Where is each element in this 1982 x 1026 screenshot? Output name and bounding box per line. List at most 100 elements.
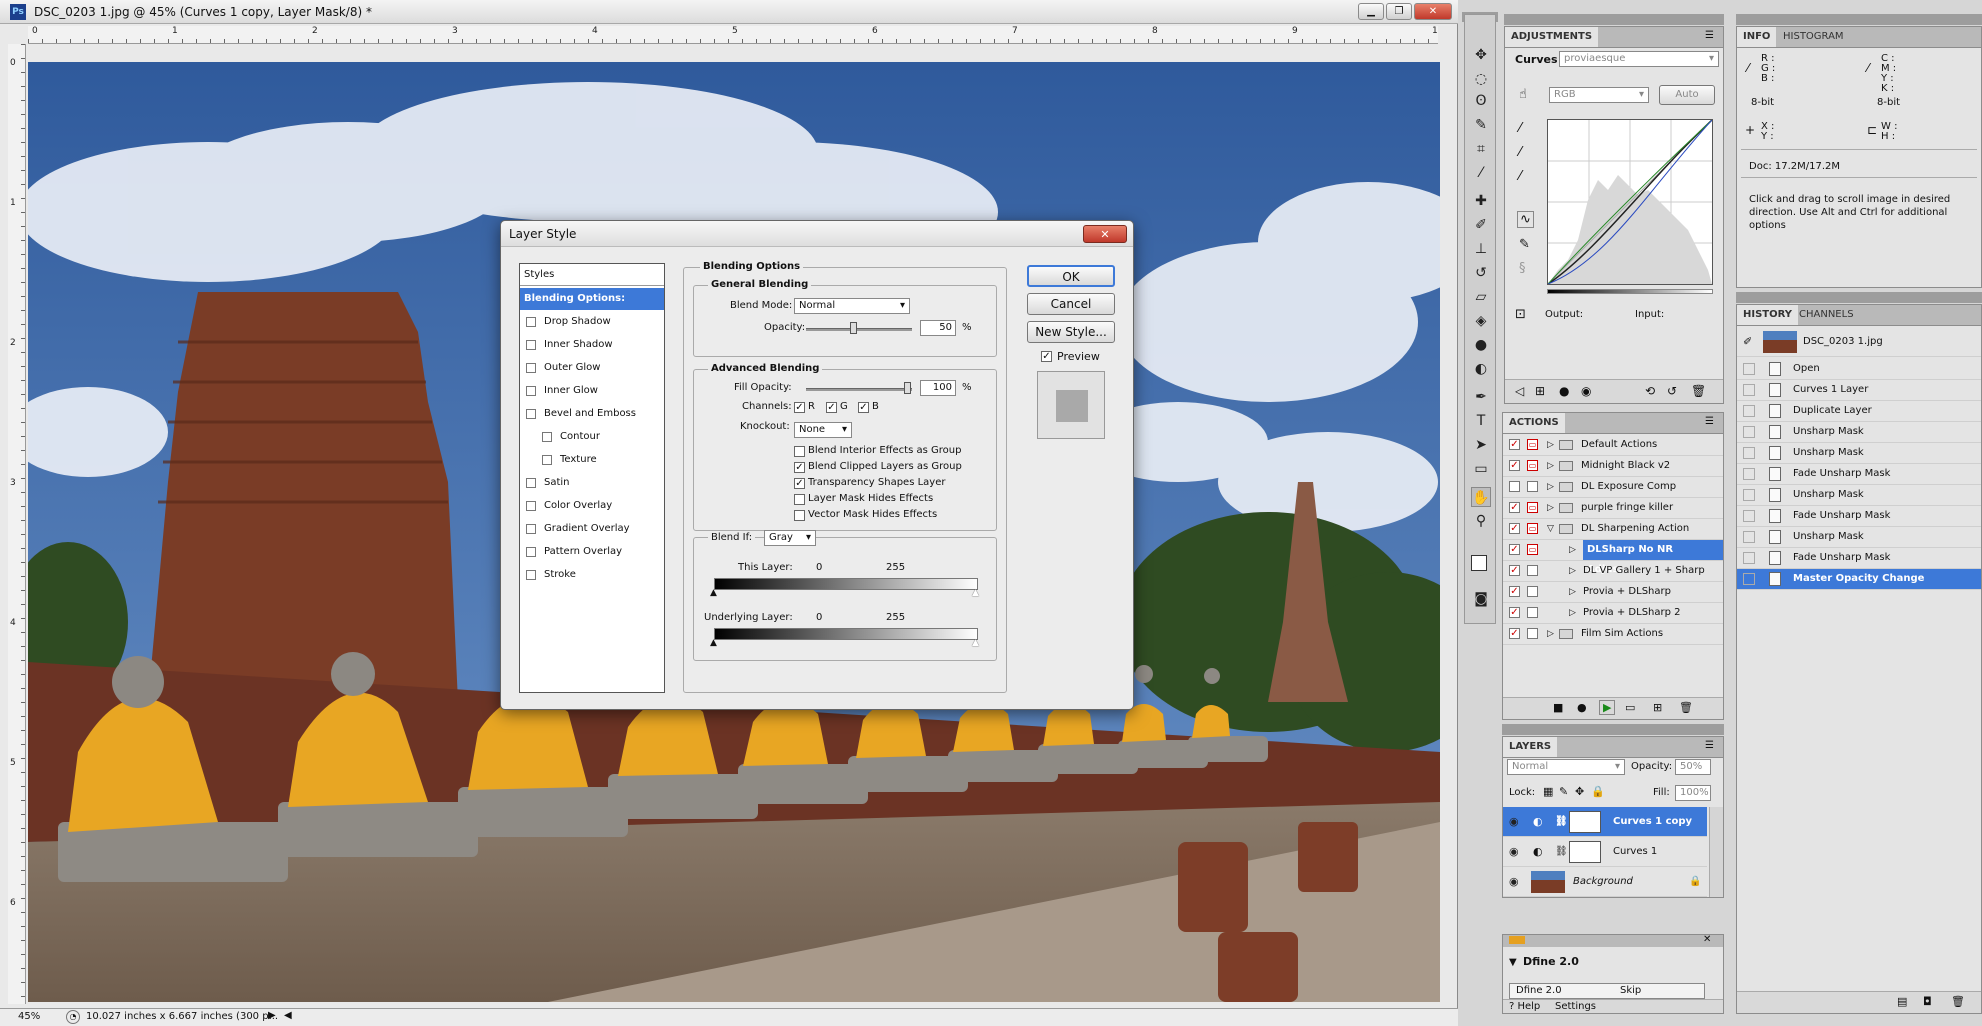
history-item[interactable]: Unsharp Mask <box>1737 443 1981 464</box>
opacity-input[interactable]: 50 <box>920 320 956 336</box>
action-toggle-checkbox[interactable]: ✓ <box>1509 565 1520 576</box>
expand-triangle-icon[interactable]: ▷ <box>1569 582 1576 602</box>
curves-graph[interactable] <box>1547 119 1713 285</box>
blur-tool-icon[interactable]: ● <box>1471 335 1491 355</box>
action-row[interactable]: ✓ ▷ Provia + DLSharp 2 <box>1503 603 1723 624</box>
history-brush-source-checkbox[interactable] <box>1743 531 1755 543</box>
restore-button[interactable]: ❐ <box>1386 3 1412 20</box>
history-item[interactable]: Unsharp Mask <box>1737 527 1981 548</box>
dfine-header[interactable]: ✕ <box>1503 934 1723 947</box>
style-checkbox[interactable] <box>526 524 536 534</box>
new-snapshot-icon[interactable]: ◘ <box>1923 995 1932 1008</box>
history-item[interactable]: Fade Unsharp Mask <box>1737 506 1981 527</box>
previous-state-icon[interactable]: ⟲ <box>1645 384 1655 398</box>
reset-icon[interactable]: ↺ <box>1667 384 1677 398</box>
style-checkbox[interactable] <box>526 363 536 373</box>
tab-history[interactable]: HISTORY <box>1737 305 1799 325</box>
record-icon[interactable]: ● <box>1577 701 1587 714</box>
marquee-tool-icon[interactable]: ◌ <box>1471 69 1491 89</box>
return-to-list-icon[interactable]: ◁ <box>1515 384 1524 398</box>
fill-opacity-input[interactable]: 100 <box>920 380 956 396</box>
channel-g-checkbox[interactable]: ✓ <box>826 402 837 413</box>
lock-position-icon[interactable]: ✥ <box>1575 785 1584 798</box>
style-item[interactable]: Texture <box>520 449 664 471</box>
document-titlebar[interactable]: Ps DSC_0203 1.jpg @ 45% (Curves 1 copy, … <box>0 0 1458 24</box>
action-toggle-checkbox[interactable]: ✓ <box>1509 439 1520 450</box>
white-point-eyedropper-icon[interactable]: ⁄ <box>1519 169 1521 184</box>
expand-triangle-icon[interactable]: ▷ <box>1547 498 1554 518</box>
tab-info[interactable]: INFO <box>1737 27 1777 47</box>
action-toggle-checkbox[interactable]: ✓ <box>1509 460 1520 471</box>
visibility-eye-icon[interactable]: ◉ <box>1509 867 1519 897</box>
mask-link-icon[interactable]: ⛓ <box>1555 807 1568 837</box>
history-brush-source-checkbox[interactable] <box>1743 552 1755 564</box>
action-row[interactable]: ✓ ▷ Provia + DLSharp <box>1503 582 1723 603</box>
crop-tool-icon[interactable]: ⌗ <box>1471 139 1491 159</box>
layer-opacity-input[interactable]: 50% <box>1675 759 1711 775</box>
layer-thumbnail[interactable] <box>1531 871 1565 893</box>
history-brush-source-checkbox[interactable] <box>1743 573 1755 585</box>
advanced-option-checkbox[interactable] <box>794 510 805 521</box>
style-item[interactable]: Drop Shadow <box>520 311 664 333</box>
slider-black-handle-icon[interactable]: ▲ <box>710 588 717 598</box>
advanced-option-checkbox[interactable] <box>794 494 805 505</box>
style-item[interactable]: Inner Glow <box>520 380 664 402</box>
snapshot-brush-icon[interactable]: ✐ <box>1743 327 1752 357</box>
quick-select-tool-icon[interactable]: ✎ <box>1471 115 1491 135</box>
visibility-eye-icon[interactable]: ◉ <box>1509 837 1519 867</box>
dialog-toggle-icon[interactable] <box>1527 565 1538 576</box>
type-tool-icon[interactable]: T <box>1471 411 1491 431</box>
action-row[interactable]: ✓ ▭ ▷ purple fringe killer <box>1503 498 1723 519</box>
fill-opacity-slider-handle[interactable] <box>904 382 911 394</box>
dialog-toggle-icon[interactable]: ▭ <box>1527 544 1538 555</box>
style-item[interactable]: Gradient Overlay <box>520 518 664 540</box>
lock-transparency-icon[interactable]: ▦ <box>1543 785 1553 798</box>
history-brush-source-checkbox[interactable] <box>1743 510 1755 522</box>
preview-checkbox[interactable]: ✓ <box>1041 351 1052 362</box>
quick-mask-icon[interactable]: ◙ <box>1471 589 1491 609</box>
history-item[interactable]: Master Opacity Change <box>1737 569 1981 590</box>
expand-triangle-icon[interactable]: ▷ <box>1547 624 1554 644</box>
foreground-color-swatch[interactable] <box>1471 555 1487 571</box>
style-checkbox[interactable] <box>526 478 536 488</box>
scroll-left-icon[interactable]: ◀ <box>284 1010 292 1021</box>
visibility-eye-icon[interactable]: ◉ <box>1509 807 1519 837</box>
slider-black-handle-icon[interactable]: ▲ <box>710 638 717 648</box>
dialog-toggle-icon[interactable]: ▭ <box>1527 523 1538 534</box>
close-icon[interactable]: ✕ <box>1703 934 1711 945</box>
dialog-toggle-icon[interactable]: ▭ <box>1527 439 1538 450</box>
brush-tool-icon[interactable]: ✐ <box>1471 215 1491 235</box>
ok-button[interactable]: OK <box>1027 265 1115 287</box>
lock-all-icon[interactable]: 🔒 <box>1591 785 1605 798</box>
action-row[interactable]: ✓ ▷ Film Sim Actions <box>1503 624 1723 645</box>
style-checkbox[interactable] <box>542 432 552 442</box>
visibility-icon[interactable]: ◉ <box>1581 384 1591 398</box>
history-brush-source-checkbox[interactable] <box>1743 489 1755 501</box>
trash-icon[interactable]: 🗑 <box>1691 384 1706 398</box>
smooth-curve-icon[interactable]: § <box>1519 261 1526 276</box>
eraser-tool-icon[interactable]: ▱ <box>1471 287 1491 307</box>
style-item[interactable]: Satin <box>520 472 664 494</box>
new-set-icon[interactable]: ▭ <box>1625 701 1635 714</box>
auto-button[interactable]: Auto <box>1659 85 1715 105</box>
slider-white-handle-icon[interactable]: ▲ <box>972 638 979 648</box>
action-row[interactable]: ▷ DL Exposure Comp <box>1503 477 1723 498</box>
style-item[interactable]: Color Overlay <box>520 495 664 517</box>
dialog-toggle-icon[interactable] <box>1527 607 1538 618</box>
panel-menu-icon[interactable]: ☰ <box>1705 416 1714 427</box>
knockout-select[interactable]: None ▾ <box>794 422 852 438</box>
action-toggle-checkbox[interactable]: ✓ <box>1509 628 1520 639</box>
history-item[interactable]: Duplicate Layer <box>1737 401 1981 422</box>
advanced-option-checkbox[interactable]: ✓ <box>794 462 805 473</box>
settings-link[interactable]: Settings <box>1555 1000 1596 1013</box>
action-toggle-checkbox[interactable]: ✓ <box>1509 586 1520 597</box>
gray-point-eyedropper-icon[interactable]: ⁄ <box>1519 145 1521 160</box>
style-item[interactable]: Contour <box>520 426 664 448</box>
channel-b-checkbox[interactable]: ✓ <box>858 402 869 413</box>
underlying-layer-gradient[interactable] <box>714 628 978 640</box>
dialog-close-button[interactable]: ✕ <box>1083 225 1127 243</box>
layer-blend-mode-select[interactable]: Normal ▾ <box>1507 759 1625 775</box>
zoom-level[interactable]: 45% <box>18 1011 40 1022</box>
history-brush-source-checkbox[interactable] <box>1743 363 1755 375</box>
play-icon[interactable]: ▶ <box>1599 700 1616 715</box>
